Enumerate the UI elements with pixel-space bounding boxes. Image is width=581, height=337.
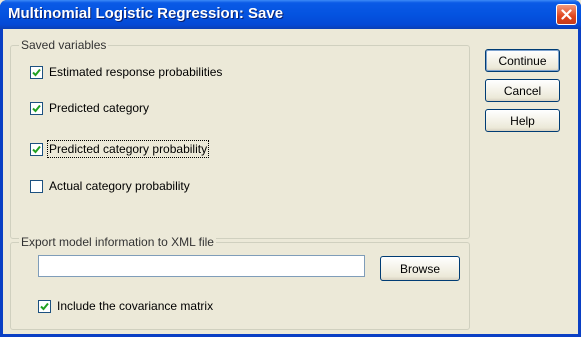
actual-category-probability-label: Actual category probability (49, 179, 190, 193)
export-model-legend: Export model information to XML file (19, 235, 216, 249)
include-covariance-label: Include the covariance matrix (57, 299, 214, 313)
estimated-response-probabilities-option[interactable]: Estimated response probabilities (30, 65, 222, 79)
predicted-category-probability-option[interactable]: Predicted category probability (30, 140, 210, 158)
estimated-response-probabilities-label: Estimated response probabilities (49, 65, 223, 79)
window-title: Multinomial Logistic Regression: Save (8, 5, 284, 22)
help-button[interactable]: Help (485, 109, 560, 132)
estimated-response-probabilities-checkbox[interactable] (30, 65, 43, 79)
predicted-category-probability-label: Predicted category probability (46, 140, 210, 158)
include-covariance-option[interactable]: Include the covariance matrix (38, 299, 213, 313)
cancel-button[interactable]: Cancel (485, 79, 560, 102)
saved-variables-legend: Saved variables (19, 38, 109, 52)
predicted-category-option[interactable]: Predicted category (30, 101, 149, 115)
predicted-category-label: Predicted category (49, 101, 150, 115)
title-bar[interactable]: Multinomial Logistic Regression: Save (0, 0, 581, 29)
dialog-body: Saved variables Estimated response proba… (3, 29, 578, 334)
check-icon (32, 104, 41, 112)
close-icon (561, 9, 572, 20)
check-icon (40, 302, 49, 310)
actual-category-probability-checkbox[interactable] (30, 179, 43, 193)
dialog-window: Multinomial Logistic Regression: Save Sa… (0, 0, 581, 337)
continue-button[interactable]: Continue (485, 49, 560, 72)
check-icon (32, 68, 41, 76)
browse-button[interactable]: Browse (380, 256, 460, 281)
close-button[interactable] (556, 4, 577, 25)
check-icon (32, 145, 41, 153)
actual-category-probability-option[interactable]: Actual category probability (30, 179, 190, 193)
predicted-category-checkbox[interactable] (30, 101, 43, 115)
include-covariance-checkbox[interactable] (38, 299, 51, 313)
xml-file-input[interactable] (38, 255, 365, 277)
predicted-category-probability-checkbox[interactable] (30, 142, 43, 156)
